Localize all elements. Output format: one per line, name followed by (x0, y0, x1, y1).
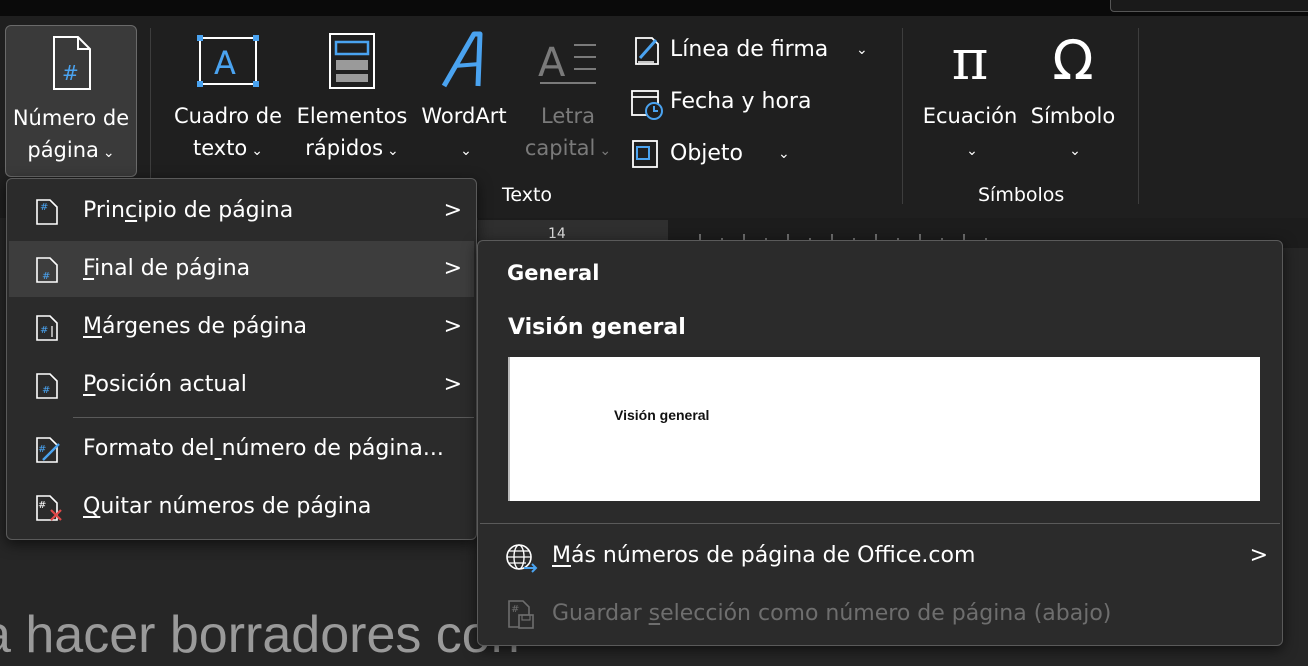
gallery-section-header: General (507, 261, 600, 285)
chevron-down-icon: ⌄ (102, 145, 115, 161)
chevron-right-icon: > (443, 198, 462, 223)
menu-item-bottom-of-page[interactable]: # Final de página > (9, 241, 474, 297)
svg-text:#: # (40, 325, 48, 336)
menu-item-format-page-numbers[interactable]: # Formato del número de página... (9, 421, 474, 477)
omega-icon: Ω (1052, 29, 1094, 92)
symbol-button[interactable]: Ω Símbolo ⌄ (1024, 30, 1122, 167)
text-box-label-2: texto (192, 136, 248, 160)
chevron-down-icon[interactable]: ⌄ (778, 134, 790, 174)
equation-label: Ecuación (922, 104, 1018, 128)
pi-icon: π (951, 28, 989, 93)
document-body-text[interactable]: a hacer borradores con (0, 605, 520, 665)
drop-cap-label-1: Letra (541, 104, 595, 128)
drop-cap-label-2: capital (524, 136, 596, 160)
chevron-down-icon: ⌄ (251, 143, 264, 159)
text-box-icon: A (197, 35, 259, 87)
svg-text:#: # (40, 202, 48, 213)
svg-text:#: # (42, 385, 50, 396)
menu-item-label: Márgenes de página (83, 314, 307, 339)
gallery-separator (480, 523, 1280, 524)
quick-parts-label-2: rápidos (305, 136, 384, 160)
bottom-of-page-gallery: General Visión general Visión general Má… (477, 240, 1283, 646)
search-box-edge[interactable] (1110, 0, 1308, 12)
symbol-label: Símbolo (1030, 104, 1116, 128)
globe-icon (506, 544, 538, 573)
calendar-clock-icon (631, 90, 663, 120)
wordart-label: WordArt (421, 104, 507, 128)
menu-item-remove-page-numbers[interactable]: # Quitar números de página (9, 479, 474, 535)
signature-line-label: Línea de firma (670, 37, 829, 62)
page-number-current-icon: # (36, 373, 58, 399)
page-number-label-1: Número de (12, 106, 130, 130)
chevron-down-icon: ⌄ (599, 143, 612, 159)
format-page-number-icon: # (36, 437, 60, 463)
ribbon-separator (1138, 28, 1139, 204)
remove-page-number-icon: # (36, 495, 62, 521)
symbols-group-label: Símbolos (978, 184, 1065, 206)
ribbon-separator (902, 28, 903, 204)
chevron-down-icon: ⌄ (1069, 143, 1081, 159)
svg-text:#: # (38, 500, 46, 511)
text-box-label-1: Cuadro de (173, 104, 283, 128)
chevron-right-icon: > (1249, 543, 1268, 568)
svg-text:#: # (62, 61, 79, 85)
svg-text:#: # (511, 604, 519, 615)
drop-cap-icon: A (538, 40, 596, 86)
chevron-right-icon: > (443, 372, 462, 397)
page-number-icon: # (53, 36, 91, 90)
page-number-button[interactable]: # Número de página ⌄ (5, 25, 137, 177)
svg-text:A: A (538, 40, 566, 86)
svg-text:#: # (38, 444, 46, 455)
menu-separator (73, 417, 474, 418)
menu-item-label: Principio de página (83, 198, 294, 223)
text-box-button[interactable]: A Cuadro de texto ⌄ (166, 30, 290, 167)
signature-line-button[interactable]: Línea de firma ⌄ (630, 30, 876, 70)
text-group-label: Texto (502, 184, 553, 206)
quick-parts-label-1: Elementos (296, 104, 408, 128)
menu-item-current-position[interactable]: # Posición actual > (9, 357, 474, 413)
chevron-down-icon: ⌄ (460, 143, 472, 159)
wordart-button[interactable]: WordArt ⌄ (414, 30, 514, 167)
object-label: Objeto (670, 141, 744, 166)
save-selection-label: Guardar selección como número de página … (552, 601, 1112, 626)
chevron-right-icon: > (443, 256, 462, 281)
chevron-down-icon: ⌄ (387, 143, 399, 159)
menu-item-label: Formato del número de página... (83, 436, 444, 461)
svg-text:#: # (42, 271, 50, 282)
menu-item-top-of-page[interactable]: # Principio de página > (9, 183, 474, 239)
drop-cap-button[interactable]: A Letra capital ⌄ (516, 30, 620, 167)
menu-item-label: Posición actual (83, 372, 247, 397)
wordart-icon (441, 31, 483, 88)
more-page-numbers-office-button[interactable]: Más números de página de Office.com > (480, 528, 1280, 584)
ribbon-separator (150, 28, 151, 178)
object-button[interactable]: Objeto ⌄ (630, 134, 800, 174)
preview-page-number-text: Visión general (614, 407, 710, 423)
chevron-down-icon: ⌄ (966, 143, 978, 159)
page-number-menu: # Principio de página > # Final de págin… (6, 178, 477, 540)
page-number-top-icon: # (36, 199, 58, 225)
gallery-item-title: Visión general (508, 315, 686, 340)
page-number-bottom-icon: # (36, 257, 58, 283)
page-number-label-2: página (27, 138, 99, 162)
quick-parts-button[interactable]: Elementos rápidos ⌄ (292, 30, 412, 167)
chevron-down-icon[interactable]: ⌄ (856, 30, 868, 70)
menu-item-label: Quitar números de página (83, 494, 372, 519)
chevron-right-icon: > (443, 314, 462, 339)
gallery-item-preview[interactable]: Visión general (508, 357, 1260, 501)
equation-button[interactable]: π Ecuación ⌄ (918, 30, 1022, 167)
menu-item-page-margins[interactable]: # Márgenes de página > (9, 299, 474, 355)
date-time-button[interactable]: Fecha y hora (630, 82, 830, 122)
svg-text:A: A (214, 44, 236, 82)
date-time-label: Fecha y hora (670, 89, 812, 114)
object-icon (632, 140, 658, 168)
save-selection-button[interactable]: # Guardar selección como número de págin… (480, 586, 1280, 642)
save-selection-icon: # (508, 600, 534, 629)
signature-line-icon (635, 37, 659, 65)
preview-edge (508, 357, 510, 501)
quick-parts-icon (329, 33, 375, 89)
menu-item-label: Final de página (83, 256, 251, 281)
more-page-numbers-label: Más números de página de Office.com (552, 543, 976, 568)
page-number-margin-icon: # (36, 315, 58, 341)
